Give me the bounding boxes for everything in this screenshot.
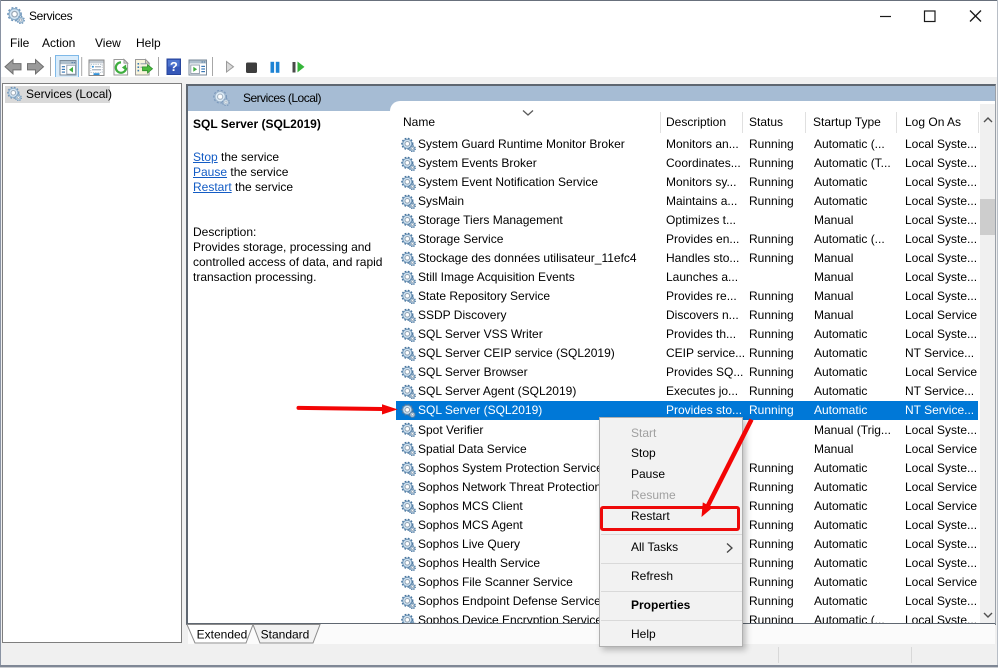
svg-text:Extended: Extended <box>197 628 248 642</box>
svg-text:?: ? <box>170 59 178 74</box>
svg-text:Standard: Standard <box>261 628 310 642</box>
